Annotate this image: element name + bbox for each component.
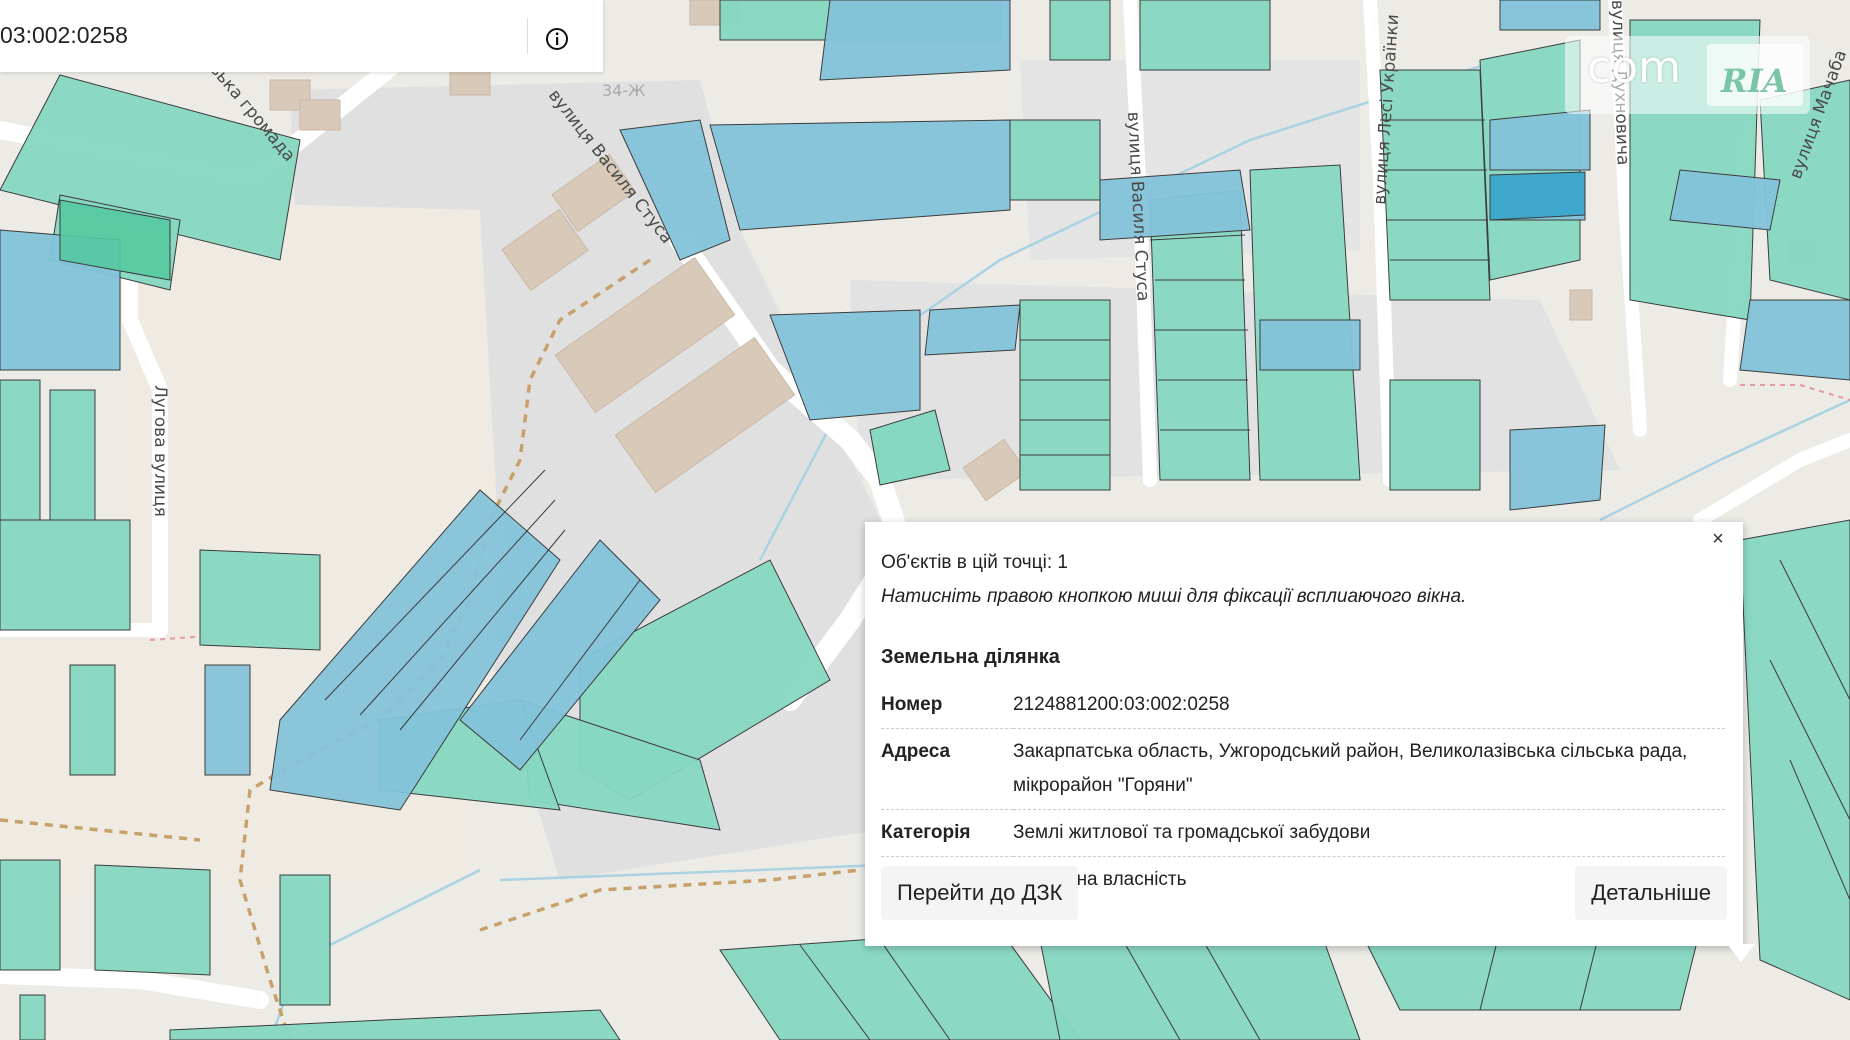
section-title: Земельна ділянка [881, 646, 1060, 668]
attr-key: Категорія [881, 809, 1013, 857]
cadastral-search-bar[interactable]: 03:002:0258 [0, 0, 603, 72]
info-icon [546, 28, 568, 50]
close-icon[interactable]: × [1707, 528, 1729, 550]
go-to-dzk-button[interactable]: Перейти до ДЗК [881, 866, 1079, 920]
attr-key: Номер [881, 682, 1013, 729]
parcel-info-popup: × Об'єктів в цій точці: 1 Натисніть прав… [865, 522, 1743, 946]
cadastral-number-input[interactable]: 03:002:0258 [0, 22, 128, 49]
logo-ria-badge: RIA [1707, 44, 1803, 106]
logo-ria-text: RIA [1721, 62, 1788, 100]
attr-key: Адреса [881, 728, 1013, 810]
attr-row-number: Номер 2124881200:03:002:0258 [881, 682, 1725, 729]
info-button[interactable] [540, 22, 574, 56]
attr-value: 2124881200:03:002:0258 [1013, 682, 1725, 729]
attr-value: Закарпатська область, Ужгородський район… [1013, 728, 1725, 810]
dom-ria-logo: com RIA [1565, 36, 1810, 114]
search-divider [527, 18, 528, 54]
attr-value: Землі житлової та громадської забудови [1013, 809, 1725, 857]
building-number-label: 34-Ж [602, 81, 645, 100]
attr-row-address: Адреса Закарпатська область, Ужгородськи… [881, 728, 1725, 810]
popup-hint: Натисніть правою кнопкою миші для фіксац… [881, 586, 1467, 607]
logo-com-text: com [1587, 42, 1681, 93]
attr-row-category: Категорія Землі житлової та громадської … [881, 809, 1725, 857]
details-button[interactable]: Детальніше [1575, 866, 1727, 920]
popup-pointer [1727, 944, 1755, 962]
objects-count: Об'єктів в цій точці: 1 [881, 552, 1068, 573]
street-label-luhova: Лугова вулиця [150, 385, 170, 517]
